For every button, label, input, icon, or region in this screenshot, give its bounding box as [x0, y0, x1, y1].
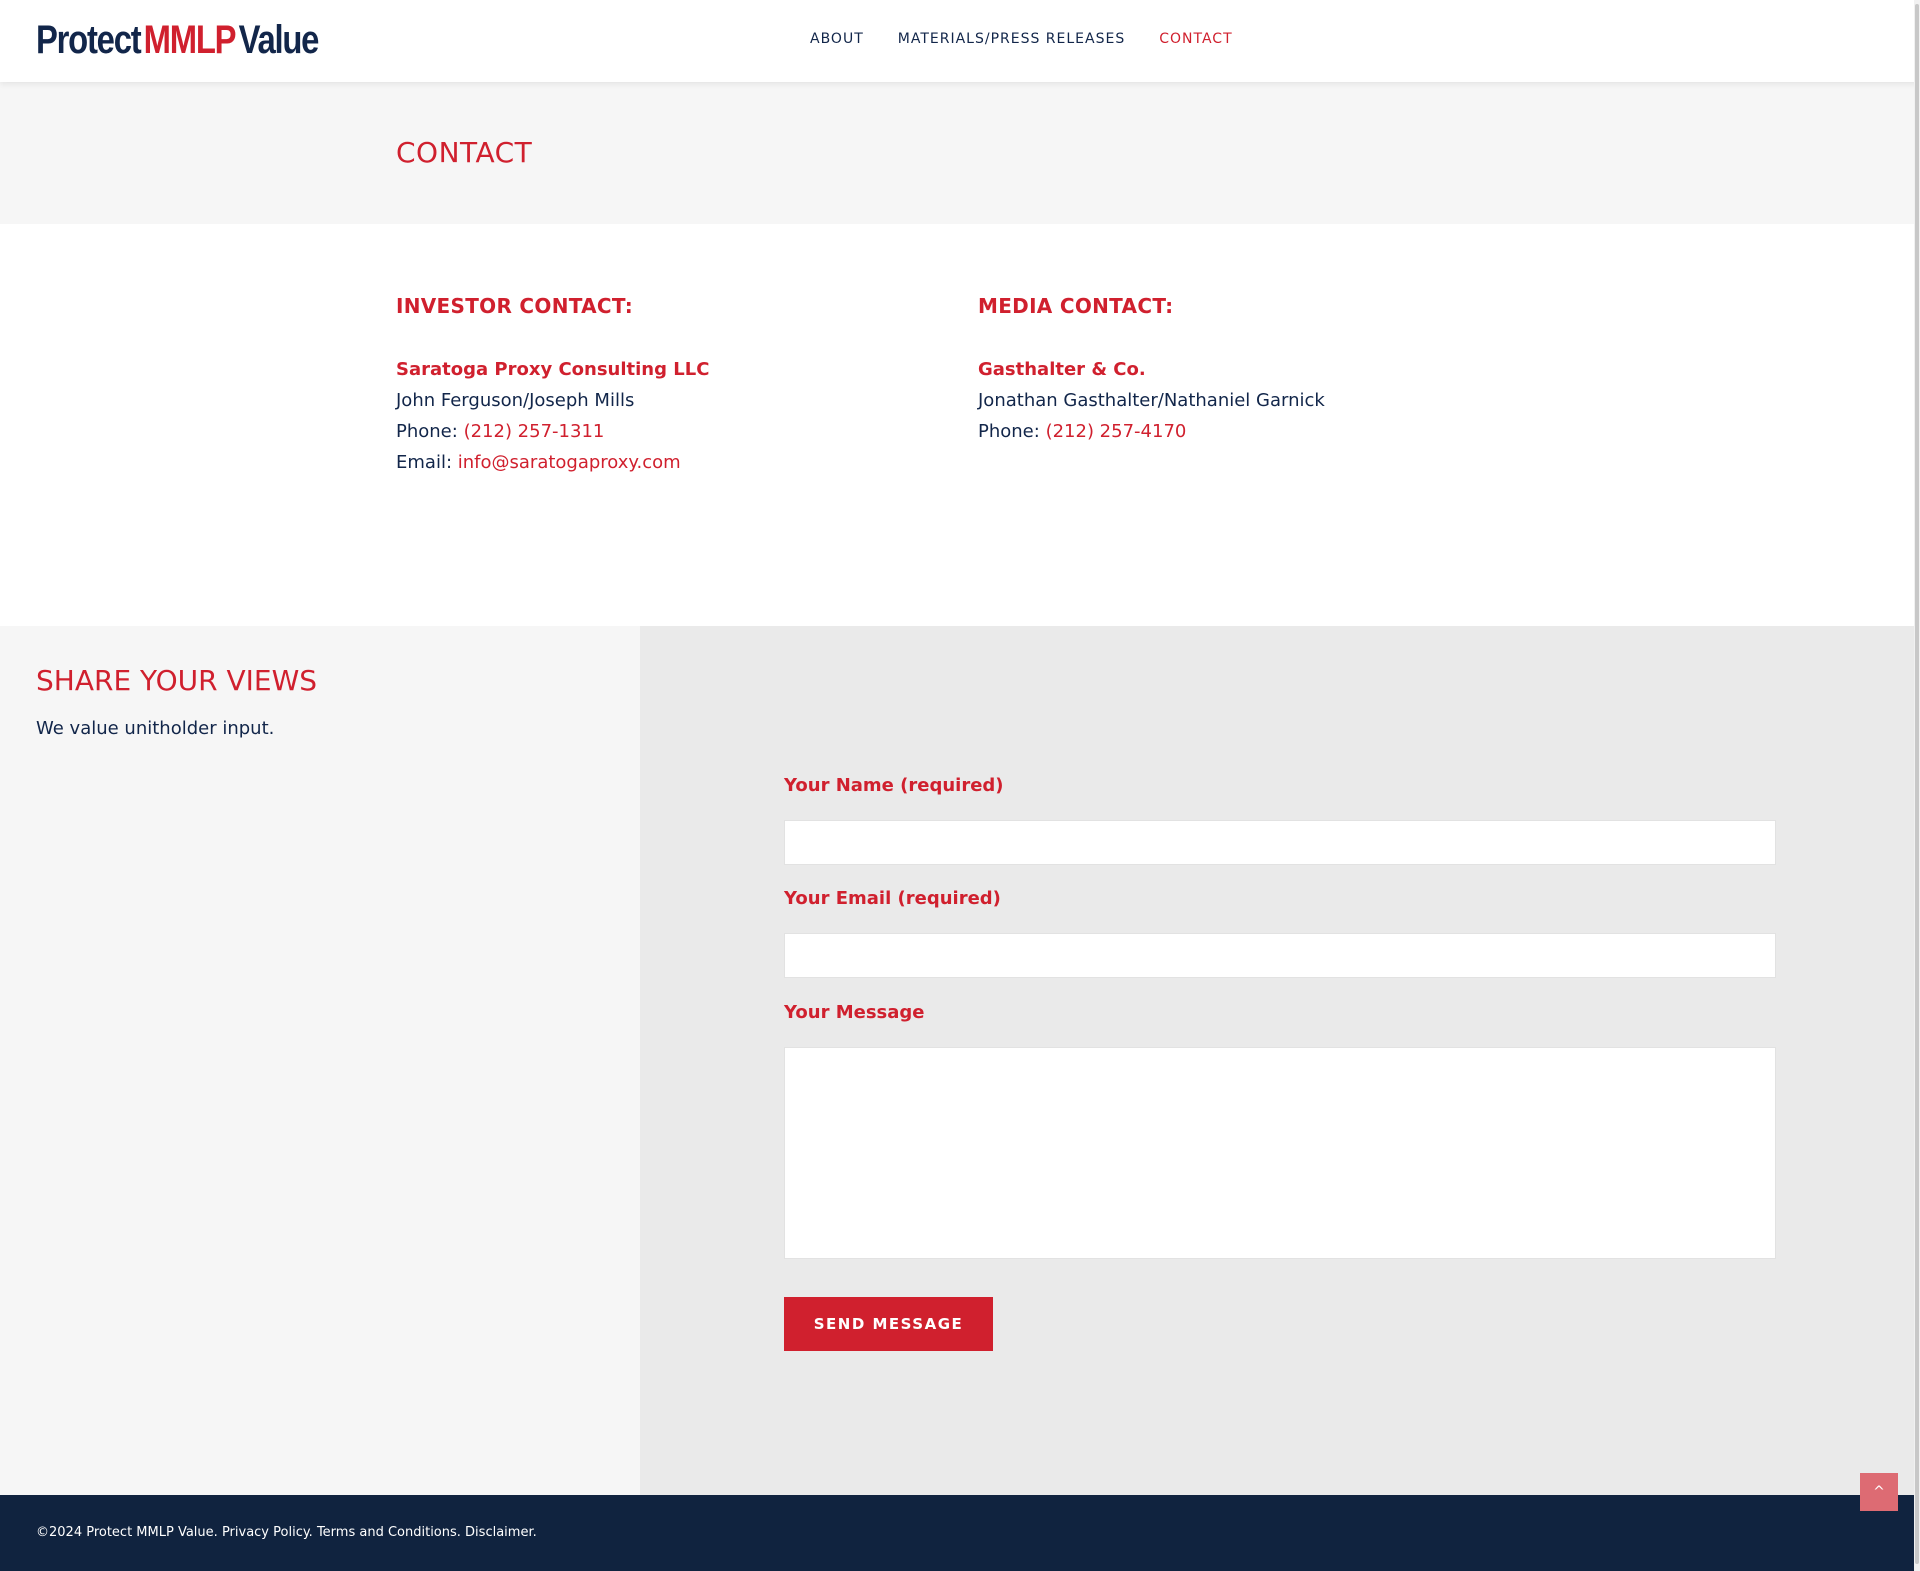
name-field-label: Your Name (required)	[784, 775, 1004, 796]
email-field-label: Your Email (required)	[784, 888, 1001, 909]
investor-phone-line: Phone: (212) 257-1311	[396, 416, 956, 447]
investor-names: John Ferguson/Joseph Mills	[396, 390, 635, 411]
nav-item-contact[interactable]: CONTACT	[1159, 31, 1232, 47]
investor-phone-label: Phone:	[396, 421, 458, 442]
send-message-button[interactable]: SEND MESSAGE	[784, 1297, 993, 1351]
investor-contact-heading: INVESTOR CONTACT:	[396, 294, 634, 318]
name-input[interactable]	[784, 820, 1776, 865]
investor-company: Saratoga Proxy Consulting LLC	[396, 359, 710, 380]
media-phone-link[interactable]: (212) 257-4170	[1046, 421, 1187, 442]
footer-text: ©2024 Protect MMLP Value. Privacy Policy…	[36, 1525, 537, 1540]
media-contact-heading: MEDIA CONTACT:	[978, 294, 1174, 318]
logo-text-protect: Protect	[36, 18, 142, 62]
email-input[interactable]	[784, 933, 1776, 978]
media-contact: MEDIA CONTACT: Gasthalter & Co. Jonathan…	[978, 294, 1538, 447]
investor-contact: INVESTOR CONTACT: Saratoga Proxy Consult…	[396, 294, 956, 478]
media-names: Jonathan Gasthalter/Nathaniel Garnick	[978, 390, 1325, 411]
contacts-section: INVESTOR CONTACT: Saratoga Proxy Consult…	[0, 224, 1920, 626]
footer-disclaimer-link[interactable]: Disclaimer.	[465, 1525, 537, 1540]
logo-text-value: Value	[238, 18, 320, 62]
share-views-panel: SHARE YOUR VIEWS We value unitholder inp…	[0, 626, 640, 1495]
message-field-label: Your Message	[784, 1002, 925, 1023]
back-to-top-button[interactable]: ^	[1860, 1473, 1898, 1511]
scrollbar-thumb[interactable]	[1915, 4, 1919, 1564]
page-scrollbar[interactable]	[1914, 0, 1920, 1571]
share-views-subtitle: We value unitholder input.	[36, 718, 275, 739]
site-footer: ©2024 Protect MMLP Value. Privacy Policy…	[0, 1495, 1920, 1571]
site-header: ProtectMMLPValue ABOUT MATERIALS/PRESS R…	[0, 0, 1920, 82]
media-phone-line: Phone: (212) 257-4170	[978, 416, 1538, 447]
footer-copyright: ©2024 Protect MMLP Value.	[36, 1525, 218, 1540]
share-views-title: SHARE YOUR VIEWS	[36, 664, 318, 697]
chevron-up-icon: ^	[1873, 1484, 1885, 1500]
footer-terms-link[interactable]: Terms and Conditions.	[317, 1525, 461, 1540]
investor-email-label: Email:	[396, 452, 453, 473]
page-title-band: CONTACT	[0, 82, 1920, 224]
nav-item-about[interactable]: ABOUT	[810, 31, 864, 47]
media-phone-label: Phone:	[978, 421, 1040, 442]
message-textarea[interactable]	[784, 1047, 1776, 1259]
logo-text-mmlp: MMLP	[143, 18, 237, 62]
investor-email-link[interactable]: info@saratogaproxy.com	[458, 452, 681, 473]
page-title: CONTACT	[396, 136, 533, 169]
contact-form-panel: Your Name (required) Your Email (require…	[640, 626, 1920, 1495]
site-logo[interactable]: ProtectMMLPValue	[36, 18, 320, 62]
nav-item-materials-press-releases[interactable]: MATERIALS/PRESS RELEASES	[898, 31, 1125, 47]
footer-privacy-link[interactable]: Privacy Policy.	[222, 1525, 313, 1540]
investor-email-line: Email: info@saratogaproxy.com	[396, 447, 956, 478]
media-company: Gasthalter & Co.	[978, 359, 1146, 380]
main-nav: ABOUT MATERIALS/PRESS RELEASES CONTACT	[810, 31, 1233, 47]
investor-phone-link[interactable]: (212) 257-1311	[464, 421, 605, 442]
